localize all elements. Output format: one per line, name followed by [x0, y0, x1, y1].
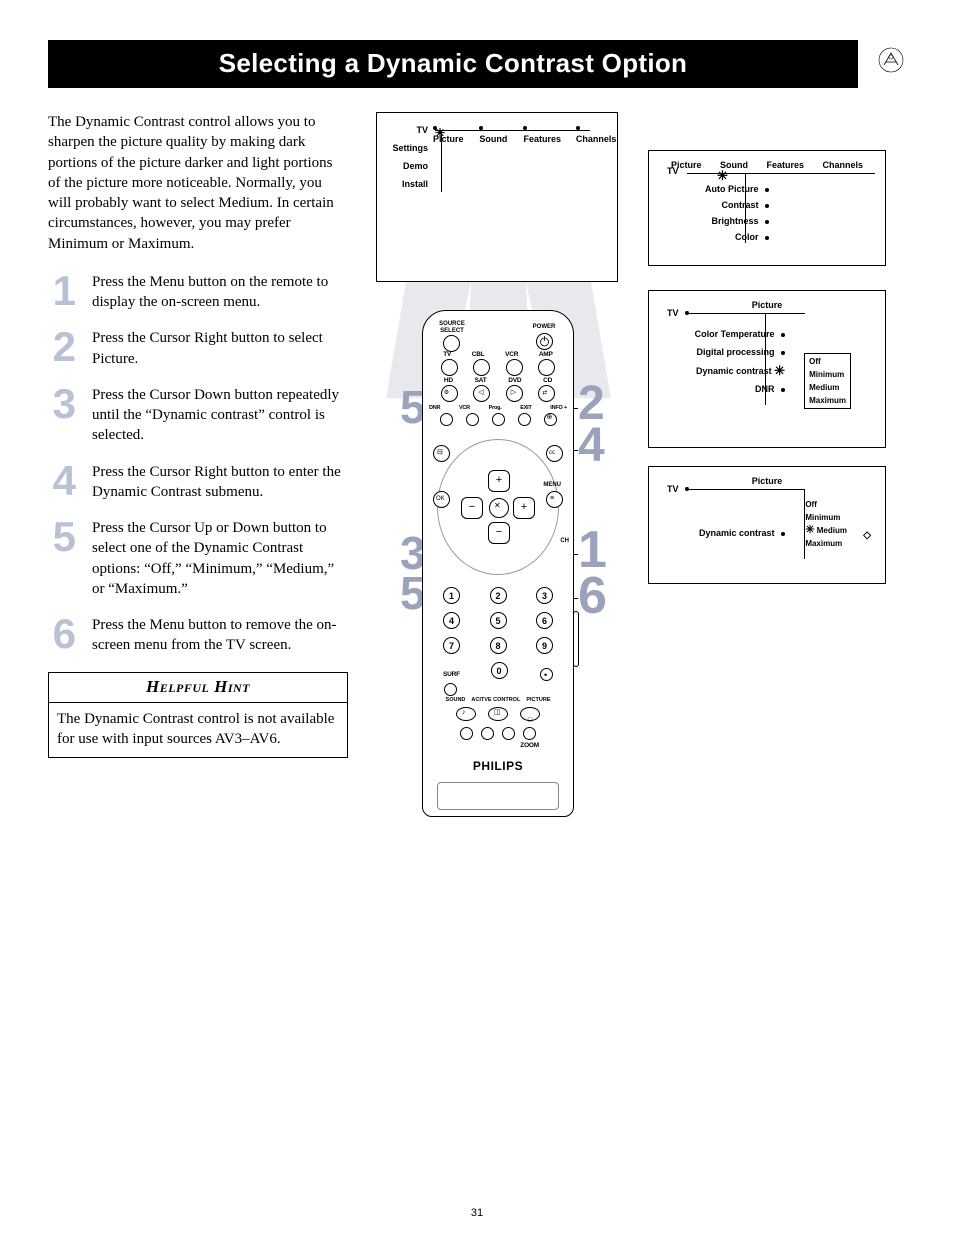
power-label: POWER: [529, 323, 559, 331]
intro-paragraph: The Dynamic Contrast control allows you …: [48, 112, 348, 254]
callout-6: 6: [578, 574, 607, 618]
source-button: [443, 335, 460, 352]
menu2-item: Color: [705, 229, 769, 245]
menu1-install: Install: [392, 175, 428, 193]
menu2-tab: Features: [766, 160, 804, 170]
mute-button: ✕: [489, 498, 509, 518]
step-text: Press the Cursor Right button to enter t…: [92, 462, 348, 503]
cc-button: cc: [546, 445, 563, 462]
menu2-item: Contrast: [705, 197, 769, 213]
menu2-tab: Channels: [823, 160, 864, 170]
menu1-settings: Settings: [392, 139, 428, 157]
menu1-tab-channels: Channels: [576, 121, 617, 145]
menu3-title: Picture: [657, 299, 877, 311]
source-select-label: SOURCE SELECT: [437, 321, 467, 335]
illustration-area: TV Settings Demo Install ✳ Picture Sound…: [376, 112, 906, 758]
menu4-options-list: Off Minimum ✳ Medium Maximum: [801, 497, 851, 551]
menu3-item: Digital processing: [695, 343, 785, 361]
onscreen-menu-main: TV Settings Demo Install ✳ Picture Sound…: [376, 112, 618, 282]
step-number: 3: [48, 385, 76, 423]
step-3: 3 Press the Cursor Down button repeatedl…: [48, 385, 348, 446]
menu3-tv: TV: [667, 307, 679, 319]
page-title: Selecting a Dynamic Contrast Option: [48, 40, 858, 88]
menu3-item: DNR: [695, 380, 785, 398]
menu3-item-selected: Dynamic contrast ✳: [695, 361, 785, 380]
step-text: Press the Menu button to remove the on-s…: [92, 615, 348, 656]
hint-title: Helpful Hint: [49, 673, 347, 703]
page-number: 31: [0, 1206, 954, 1221]
menu2-item: Brightness: [705, 213, 769, 229]
step-1: 1 Press the Menu button on the remote to…: [48, 272, 348, 313]
ok-button: OK: [433, 491, 450, 508]
step-6: 6 Press the Menu button to remove the on…: [48, 615, 348, 656]
onscreen-submenu-dynamic-contrast: Picture TV Dynamic contrast Off Minimum …: [648, 466, 886, 584]
step-number: 2: [48, 328, 76, 366]
power-button: [536, 333, 553, 350]
hint-body: The Dynamic Contrast control is not avai…: [49, 703, 347, 758]
menu1-tv: TV: [392, 121, 428, 139]
menu2-item: Auto Picture: [705, 181, 769, 197]
pip-button: ⊟: [433, 445, 450, 462]
step-number: 6: [48, 615, 76, 653]
step-4: 4 Press the Cursor Right button to enter…: [48, 462, 348, 503]
brand-label: PHILIPS: [423, 758, 573, 774]
remote-panel: [437, 782, 559, 810]
title-bar: Selecting a Dynamic Contrast Option: [48, 40, 906, 88]
menu3-item: Color Temperature: [695, 325, 785, 343]
step-number: 5: [48, 518, 76, 556]
menu3-options-box: Off Minimum Medium Maximum: [804, 353, 851, 409]
menu-button: ≡: [546, 491, 563, 508]
step-text: Press the Cursor Down button repeatedly …: [92, 385, 348, 446]
menu1-tab-picture: Picture: [433, 121, 465, 145]
menu4-tv: TV: [667, 483, 679, 495]
menu2-tv: TV: [667, 165, 679, 177]
step-text: Press the Menu button on the remote to d…: [92, 272, 348, 313]
menu1-tab-sound: Sound: [479, 121, 509, 145]
menu1-tab-features: Features: [523, 121, 561, 145]
step-text: Press the Cursor Right button to select …: [92, 328, 348, 369]
decorative-icon: [858, 45, 906, 83]
step-number: 4: [48, 462, 76, 500]
step-5: 5 Press the Cursor Up or Down button to …: [48, 518, 348, 599]
remote-control-diagram: SOURCE SELECT POWER TVCBLVCRAMP HDSATDVD…: [422, 310, 572, 817]
onscreen-menu-dynamic-contrast: Picture TV Color Temperature Digital pro…: [648, 290, 886, 448]
menu4-item: Dynamic contrast: [699, 527, 785, 539]
step-number: 1: [48, 272, 76, 310]
step-text: Press the Cursor Up or Down button to se…: [92, 518, 348, 599]
onscreen-menu-picture: Picture Sound Features Channels TV ✳ Aut…: [648, 150, 886, 266]
callout-4: 4: [578, 426, 605, 467]
callout-1: 1: [578, 528, 607, 572]
helpful-hint-box: Helpful Hint The Dynamic Contrast contro…: [48, 672, 348, 758]
menu1-demo: Demo: [392, 157, 428, 175]
menu4-title: Picture: [657, 475, 877, 487]
step-2: 2 Press the Cursor Right button to selec…: [48, 328, 348, 369]
